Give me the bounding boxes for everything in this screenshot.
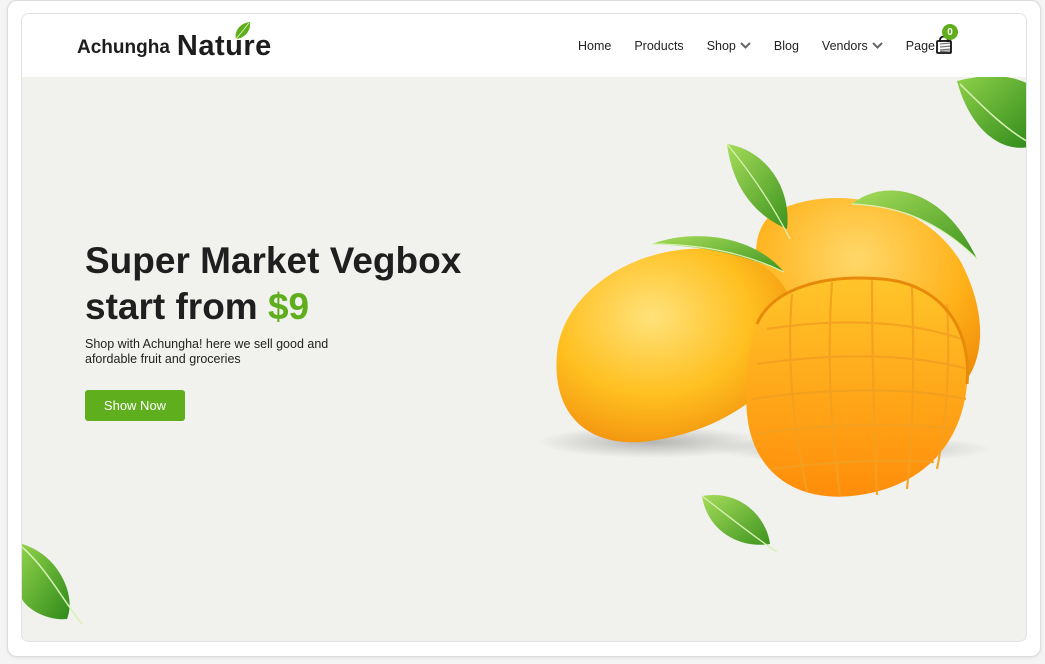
nav-item-shop[interactable]: Shop: [707, 39, 751, 53]
show-now-button[interactable]: Show Now: [85, 390, 185, 421]
mango-image: [537, 143, 992, 553]
hero-title-line1: Super Market Vegbox: [85, 240, 462, 281]
chevron-down-icon: [872, 42, 883, 49]
site-logo[interactable]: Achungha Nature: [77, 22, 272, 63]
logo-text-small: Achungha: [77, 37, 170, 58]
nav-item-home[interactable]: Home: [578, 39, 611, 53]
hero-description: Shop with Achungha! here we sell good an…: [85, 337, 329, 366]
nav-item-vendors[interactable]: Vendors: [822, 39, 883, 53]
leaf-bottom-left-decoration: [22, 544, 83, 625]
nav-item-blog[interactable]: Blog: [774, 39, 799, 53]
nav-item-products[interactable]: Products: [634, 39, 683, 53]
cart-count-badge: 0: [942, 24, 958, 40]
page-viewport: Super Market Vegbox start from $9 Shop w…: [21, 13, 1027, 642]
hero-title-line2: start from: [85, 286, 268, 327]
chevron-down-icon: [740, 42, 751, 49]
leaf-icon: [235, 22, 250, 40]
hero-title: Super Market Vegbox start from $9: [85, 238, 461, 330]
main-nav: Home Products Shop Blog Vendors Page: [555, 14, 952, 77]
logo-text-big: Nature: [177, 22, 272, 63]
top-navbar: Achungha Nature Home Products Shop Blog …: [22, 14, 1026, 77]
browser-frame: Super Market Vegbox start from $9 Shop w…: [7, 0, 1041, 657]
hero-price: $9: [267, 286, 310, 327]
